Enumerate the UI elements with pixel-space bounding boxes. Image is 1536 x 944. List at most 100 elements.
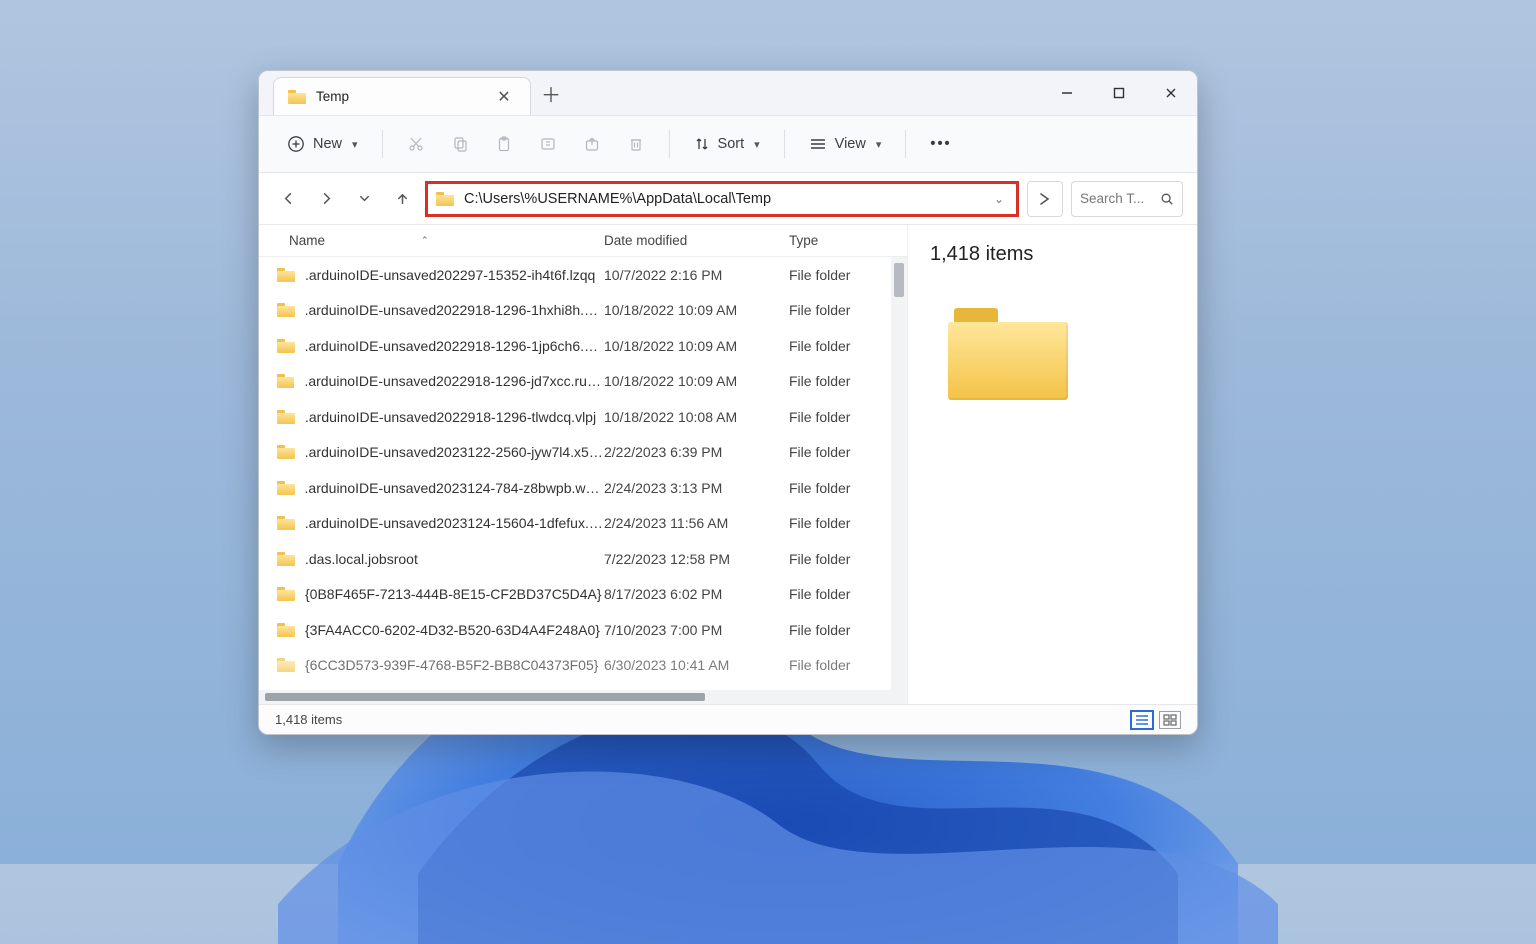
scrollbar-thumb[interactable] (265, 693, 705, 701)
back-button[interactable] (273, 184, 303, 214)
file-type: File folder (789, 409, 879, 425)
file-name: .arduinoIDE-unsaved2022918-1296-1jp6ch6.… (305, 338, 604, 354)
view-button[interactable]: View ▾ (799, 130, 892, 158)
column-date[interactable]: Date modified (604, 233, 789, 248)
close-tab-button[interactable]: ✕ (490, 87, 518, 107)
tab-temp[interactable]: Temp ✕ (273, 77, 531, 115)
table-row[interactable]: .arduinoIDE-unsaved2023124-784-z8bwpb.wy… (259, 470, 907, 506)
file-type: File folder (789, 302, 879, 318)
rename-button[interactable] (529, 129, 567, 159)
scrollbar-thumb[interactable] (894, 263, 904, 297)
close-window-button[interactable] (1145, 71, 1197, 115)
file-date: 2/22/2023 6:39 PM (604, 444, 789, 460)
file-date: 8/17/2023 6:02 PM (604, 586, 789, 602)
file-name: .das.local.jobsroot (305, 551, 418, 567)
file-explorer-window: Temp ✕ ＋ New ▾ (258, 70, 1198, 735)
paste-button[interactable] (485, 129, 523, 159)
details-item-count: 1,418 items (930, 243, 1175, 266)
table-row[interactable]: .arduinoIDE-unsaved202297-15352-ih4t6f.l… (259, 257, 907, 293)
new-button[interactable]: New ▾ (277, 129, 368, 159)
file-type: File folder (789, 338, 879, 354)
forward-button[interactable] (311, 184, 341, 214)
table-row[interactable]: {3FA4ACC0-6202-4D32-B520-63D4A4F248A0}7/… (259, 612, 907, 648)
table-row[interactable]: .arduinoIDE-unsaved2022918-1296-jd7xcc.r… (259, 364, 907, 400)
minimize-button[interactable] (1041, 71, 1093, 115)
share-icon (583, 135, 601, 153)
table-row[interactable]: {0B8F465F-7213-444B-8E15-CF2BD37C5D4A}8/… (259, 577, 907, 613)
view-toggle (1131, 711, 1181, 729)
address-bar[interactable]: ⌄ (425, 181, 1019, 217)
table-row[interactable]: .arduinoIDE-unsaved2022918-1296-1jp6ch6.… (259, 328, 907, 364)
status-item-count: 1,418 items (275, 712, 342, 727)
file-type: File folder (789, 657, 879, 673)
rename-icon (539, 135, 557, 153)
maximize-button[interactable] (1093, 71, 1145, 115)
table-row[interactable]: {6CC3D573-939F-4768-B5F2-BB8C04373F05} 6/… (259, 648, 907, 684)
file-name: {6CC3D573-939F-4768-B5F2-BB8C04373F05} (305, 657, 598, 673)
file-date: 7/22/2023 12:58 PM (604, 551, 789, 567)
file-date: 6/30/2023 10:41 AM (604, 657, 789, 673)
file-list: Name ⌃ Date modified Type .arduinoIDE-un… (259, 225, 907, 704)
file-type: File folder (789, 551, 879, 567)
file-date: 10/18/2022 10:09 AM (604, 302, 789, 318)
file-date: 2/24/2023 11:56 AM (604, 515, 789, 531)
new-tab-button[interactable]: ＋ (531, 71, 571, 115)
trash-icon (627, 135, 645, 153)
file-name: .arduinoIDE-unsaved2023124-784-z8bwpb.wy… (305, 480, 604, 496)
file-name: .arduinoIDE-unsaved2023122-2560-jyw7l4.x… (305, 444, 604, 460)
vertical-scrollbar[interactable] (891, 257, 907, 690)
search-icon (1160, 192, 1174, 206)
file-name: .arduinoIDE-unsaved202297-15352-ih4t6f.l… (305, 267, 595, 283)
folder-icon (277, 303, 295, 317)
details-view-toggle[interactable] (1131, 711, 1153, 729)
recent-button[interactable] (349, 184, 379, 214)
search-box[interactable]: Search T... (1071, 181, 1183, 217)
folder-icon (288, 90, 306, 104)
table-row[interactable]: .arduinoIDE-unsaved2022918-1296-tlwdcq.v… (259, 399, 907, 435)
table-row[interactable]: .das.local.jobsroot 7/22/2023 12:58 PMFil… (259, 541, 907, 577)
more-button[interactable]: ••• (920, 130, 961, 158)
file-name: {3FA4ACC0-6202-4D32-B520-63D4A4F248A0} (305, 622, 600, 638)
share-button[interactable] (573, 129, 611, 159)
column-type[interactable]: Type (789, 233, 879, 248)
copy-icon (451, 135, 469, 153)
file-name: .arduinoIDE-unsaved2022918-1296-1hxhi8h.… (305, 302, 604, 318)
up-button[interactable] (387, 184, 417, 214)
file-type: File folder (789, 267, 879, 283)
file-type: File folder (789, 586, 879, 602)
plus-circle-icon (287, 135, 305, 153)
table-row[interactable]: .arduinoIDE-unsaved2023122-2560-jyw7l4.x… (259, 435, 907, 471)
go-button[interactable] (1027, 181, 1063, 217)
table-row[interactable]: .arduinoIDE-unsaved2022918-1296-1hxhi8h.… (259, 293, 907, 329)
horizontal-scrollbar[interactable] (259, 690, 907, 704)
details-pane: 1,418 items (907, 225, 1197, 704)
file-name: .arduinoIDE-unsaved2022918-1296-tlwdcq.v… (305, 409, 596, 425)
sort-button[interactable]: Sort ▾ (684, 130, 770, 158)
new-label: New (313, 136, 342, 152)
file-date: 10/18/2022 10:08 AM (604, 409, 789, 425)
window-controls (1041, 71, 1197, 115)
folder-icon (277, 516, 295, 530)
cut-button[interactable] (397, 129, 435, 159)
file-date: 10/18/2022 10:09 AM (604, 338, 789, 354)
folder-icon (277, 623, 295, 637)
address-history-button[interactable]: ⌄ (990, 192, 1008, 206)
sort-asc-icon: ⌃ (421, 235, 429, 246)
separator (784, 130, 785, 158)
file-name: .arduinoIDE-unsaved2023124-15604-1dfefux… (305, 515, 604, 531)
file-type: File folder (789, 480, 879, 496)
column-name[interactable]: Name ⌃ (289, 233, 604, 248)
copy-button[interactable] (441, 129, 479, 159)
thumbnails-view-toggle[interactable] (1159, 711, 1181, 729)
folder-icon (277, 481, 295, 495)
address-input[interactable] (464, 191, 980, 207)
sort-icon (694, 136, 710, 152)
clipboard-icon (495, 135, 513, 153)
file-name: .arduinoIDE-unsaved2022918-1296-jd7xcc.r… (304, 373, 604, 389)
file-date: 7/10/2023 7:00 PM (604, 622, 789, 638)
separator (905, 130, 906, 158)
sort-label: Sort (718, 136, 745, 152)
chevron-down-icon: ▾ (876, 138, 882, 151)
delete-button[interactable] (617, 129, 655, 159)
table-row[interactable]: .arduinoIDE-unsaved2023124-15604-1dfefux… (259, 506, 907, 542)
